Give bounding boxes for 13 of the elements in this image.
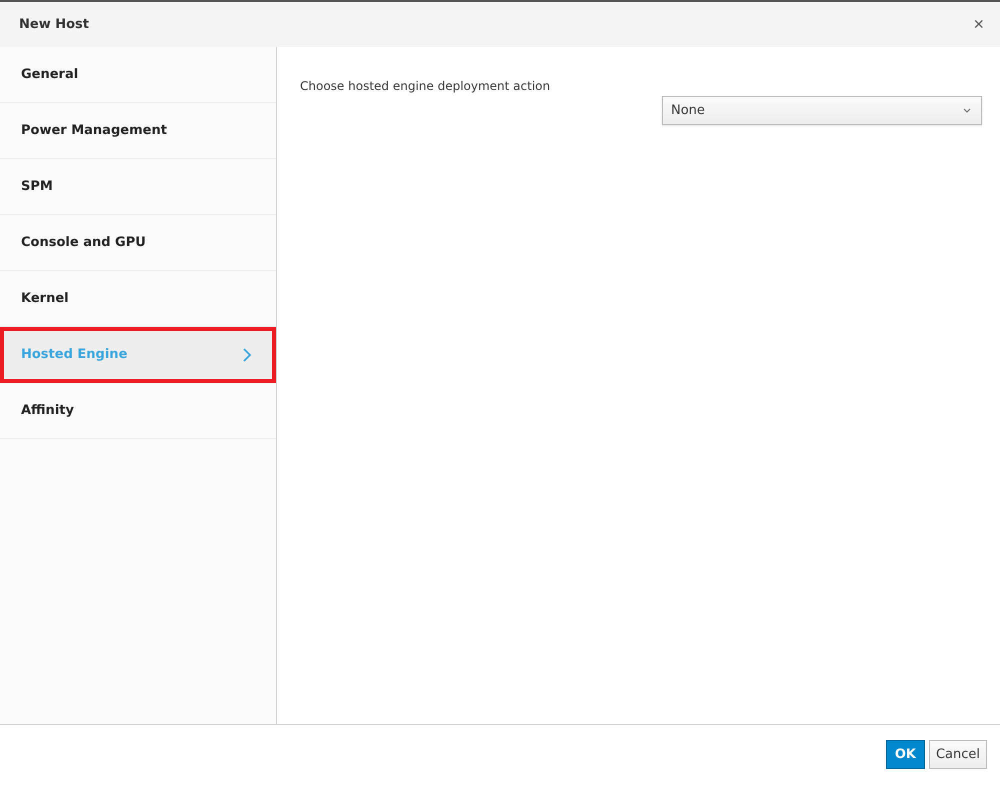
caret-icon xyxy=(963,108,971,113)
dropdown-field[interactable]: None xyxy=(662,96,982,125)
sidebar-item[interactable]: SPM xyxy=(0,159,276,215)
chevron-right-icon xyxy=(242,346,252,362)
close-button[interactable]: × xyxy=(969,14,988,35)
field-label: Choose hosted engine deployment action xyxy=(300,79,552,93)
sidebar-item[interactable]: Console and GPU xyxy=(0,215,276,271)
sidebar-item[interactable]: Affinity xyxy=(0,383,276,439)
cancel-button[interactable]: Cancel xyxy=(928,740,987,768)
dialog-title: New Host xyxy=(19,17,89,32)
sidebar-item[interactable]: Power Management xyxy=(0,103,276,159)
sidebar-item[interactable]: General xyxy=(0,47,276,103)
ok-button[interactable]: OK xyxy=(886,740,925,768)
